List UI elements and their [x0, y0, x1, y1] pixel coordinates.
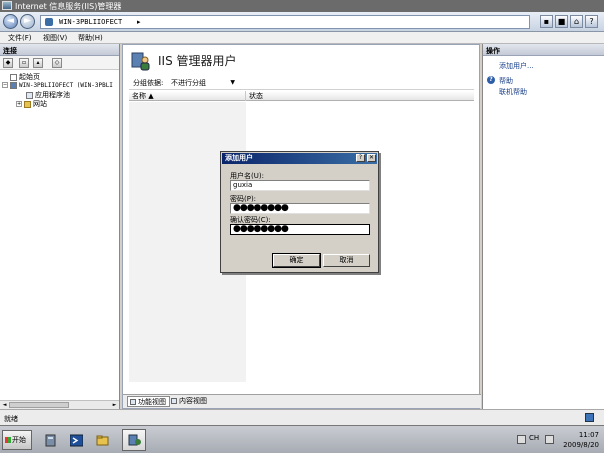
network-status-icon: [585, 413, 594, 422]
action-online-help[interactable]: 联机帮助: [499, 87, 527, 97]
tree-item-server[interactable]: − WIN-3PBLIIOFECT (WIN-3PBLI: [2, 81, 113, 90]
scroll-right-icon[interactable]: ►: [110, 401, 119, 409]
menu-view[interactable]: 视图(V): [43, 33, 67, 43]
home-icon[interactable]: ⌂: [570, 15, 583, 28]
dialog-title-bar: 添加用户: [222, 153, 377, 164]
group-by-bar: 分组依据: 不进行分组 ▼: [129, 76, 474, 90]
group-by-label: 分组依据:: [133, 79, 164, 87]
content-view-icon: [171, 398, 177, 404]
actions-panel: 操作 添加用户... ? 帮助 联机帮助: [482, 44, 604, 409]
stop-icon[interactable]: ■: [555, 15, 568, 28]
features-view-icon: [130, 399, 136, 405]
windows-logo-icon: [5, 437, 11, 443]
app-pool-icon: [26, 91, 33, 99]
tree-item-sites[interactable]: + 网站: [16, 99, 47, 108]
menu-bar: 文件(F) 视图(V) 帮助(H): [0, 32, 604, 44]
help-icon: ?: [487, 76, 495, 84]
username-field[interactable]: guxia: [230, 180, 370, 191]
address-tools: ▪ ■ ⌂ ?: [540, 15, 600, 29]
iis-app-icon: [2, 1, 12, 10]
window-title: Internet 信息服务(IIS)管理器: [15, 2, 122, 11]
forward-button[interactable]: ►: [20, 14, 35, 29]
tab-content-view[interactable]: 内容视图: [169, 396, 210, 407]
server-icon: [45, 18, 53, 26]
start-page-icon: [10, 73, 17, 81]
tree-item-start-page[interactable]: 起始页: [10, 72, 40, 81]
add-user-dialog: 添加用户 ? ✕ 用户名(U): guxia 密码(P): ●●●●●●●● 确…: [220, 151, 379, 273]
dialog-title: 添加用户: [225, 154, 253, 162]
taskbar-server-manager[interactable]: [38, 429, 62, 451]
clock[interactable]: 11:07 2009/8/20: [563, 430, 599, 450]
keyboard-icon[interactable]: [517, 435, 526, 444]
breadcrumb-server[interactable]: WIN-3PBLIIOFECT: [59, 18, 122, 26]
view-tabs: 功能视图 内容视图: [123, 394, 481, 408]
menu-help[interactable]: 帮助(H): [78, 33, 103, 43]
network-icon[interactable]: ▪: [540, 15, 553, 28]
disconnect-icon[interactable]: ◇: [52, 58, 62, 68]
status-bar: 就绪: [0, 409, 604, 425]
taskbar-powershell[interactable]: [64, 429, 88, 451]
column-name[interactable]: 名称 ▲: [129, 91, 246, 101]
sites-folder-icon: [24, 100, 31, 108]
confirm-password-field[interactable]: ●●●●●●●●: [230, 224, 370, 235]
cancel-button[interactable]: 取消: [323, 254, 370, 267]
users-feature-icon: [131, 52, 150, 71]
help-dropdown-icon[interactable]: ?: [585, 15, 598, 28]
breadcrumb-arrow-icon[interactable]: ▸: [137, 18, 141, 26]
action-help[interactable]: 帮助: [499, 76, 513, 86]
connections-header: 连接: [0, 44, 119, 56]
up-level-icon[interactable]: ▴: [33, 58, 43, 68]
save-icon[interactable]: ▫: [19, 58, 29, 68]
status-text: 就绪: [4, 415, 18, 423]
iis-manager-icon: [128, 434, 141, 446]
scroll-thumb[interactable]: [9, 402, 69, 408]
tree-item-app-pools[interactable]: 应用程序池: [26, 90, 70, 99]
start-button[interactable]: 开始: [2, 430, 32, 450]
list-header: 名称 ▲ 状态: [129, 91, 474, 101]
action-add-user[interactable]: 添加用户...: [499, 61, 534, 71]
taskbar-explorer[interactable]: [90, 429, 114, 451]
dialog-help-button[interactable]: ?: [356, 154, 365, 162]
chevron-down-icon: ▼: [230, 79, 235, 86]
taskbar-iis-manager[interactable]: [122, 429, 146, 451]
address-bar: ◄ ► WIN-3PBLIIOFECT ▸ ▪ ■ ⌂ ?: [0, 12, 604, 32]
back-button[interactable]: ◄: [3, 14, 18, 29]
expand-icon[interactable]: +: [16, 101, 22, 107]
network-tray-icon[interactable]: [545, 435, 554, 444]
column-status[interactable]: 状态: [246, 91, 474, 101]
actions-header: 操作: [483, 44, 604, 56]
tab-features-view[interactable]: 功能视图: [127, 396, 170, 407]
ime-indicator[interactable]: CH: [529, 434, 539, 442]
taskbar: 开始 CH 11:07 2009/8/20: [0, 425, 604, 453]
group-by-select[interactable]: 不进行分组 ▼: [167, 77, 237, 88]
server-manager-icon: [45, 434, 56, 447]
connections-hscrollbar[interactable]: ◄ ►: [0, 400, 119, 409]
connect-icon[interactable]: ◆: [3, 58, 13, 68]
powershell-icon: [70, 434, 83, 447]
server-icon: [10, 81, 17, 89]
scroll-left-icon[interactable]: ◄: [0, 401, 9, 409]
window-title-bar: Internet 信息服务(IIS)管理器: [0, 0, 604, 12]
menu-file[interactable]: 文件(F): [8, 33, 32, 43]
dialog-close-button[interactable]: ✕: [367, 154, 376, 162]
connections-toolbar: ◆ ▫ ▴ ◇: [0, 56, 119, 70]
connections-panel: 连接 ◆ ▫ ▴ ◇ 起始页 − WIN-3PBLIIOFECT (WIN-3PB…: [0, 44, 120, 409]
system-tray: CH 11:07 2009/8/20: [505, 428, 601, 452]
explorer-folder-icon: [96, 435, 109, 446]
password-field[interactable]: ●●●●●●●●: [230, 203, 370, 214]
collapse-icon[interactable]: −: [2, 82, 8, 88]
ok-button[interactable]: 确定: [272, 253, 321, 268]
page-title: IIS 管理器用户: [158, 54, 237, 68]
address-box[interactable]: WIN-3PBLIIOFECT ▸: [40, 15, 530, 29]
